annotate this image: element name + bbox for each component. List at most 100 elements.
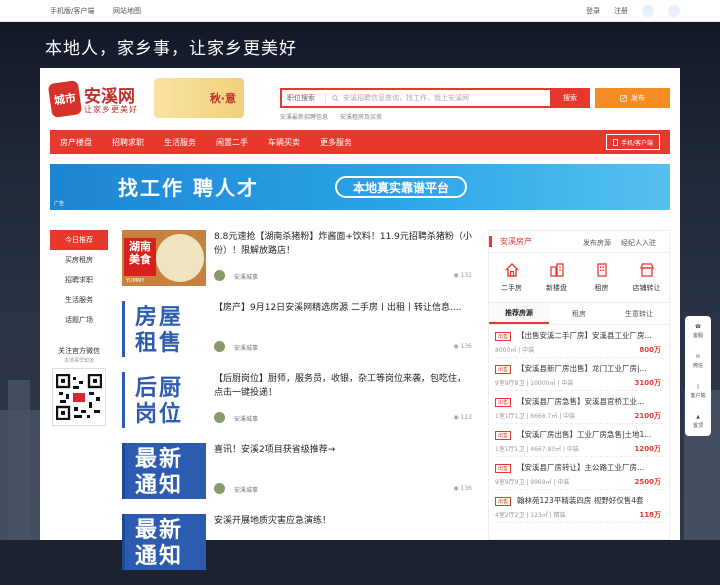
feed-title[interactable]: 【后厨岗位】厨师，服务员，收银，杂工等岗位来袭，包吃住，点击一键投递！ xyxy=(214,372,472,400)
feed-meta: 安溪城事 ◉ 136 xyxy=(214,483,472,495)
listing-title[interactable]: 翰林苑123平精装四房 视野好仅售4套 xyxy=(517,495,663,506)
float-label: 客户端 xyxy=(690,392,706,399)
eye-icon: ◉ xyxy=(453,272,461,279)
wechat-icon: ✉ xyxy=(695,353,701,360)
feed-thumbnail[interactable]: 最新通知 xyxy=(122,443,206,499)
category-label: 租房 xyxy=(594,283,609,292)
view-count: ◉ 132 xyxy=(453,272,472,279)
follow-wechat: 关注官方微信 本地事早知道 xyxy=(50,346,108,426)
post-listing-link[interactable]: 发布房源 xyxy=(583,238,611,248)
nav-item[interactable]: 房产楼盘 xyxy=(50,137,102,148)
listing-item[interactable]: 出售 【安溪县厂房急售】安溪县官桥工业... 1室1厅1卫 | 6666.7㎡ | … xyxy=(495,391,663,424)
sitemap-link[interactable]: 网站地图 xyxy=(113,6,141,16)
left-menu-item[interactable]: 今日推荐 xyxy=(50,230,108,250)
banner-pill: 本地真实靠谱平台 xyxy=(335,176,468,198)
view-count-value: 132 xyxy=(460,272,472,279)
listing-item[interactable]: 出售 【安溪县新厂房出售】龙门工业厂房|... 9室9厅9卫 | 10000㎡ | … xyxy=(495,358,663,391)
author-name[interactable]: 安溪城事 xyxy=(234,485,258,494)
wechat-button[interactable]: ✉ 微信 xyxy=(685,346,711,376)
feed-meta: 安溪城事 ◉ 132 xyxy=(214,270,472,282)
food-bowl-image xyxy=(156,234,204,282)
floating-toolbar: ☎ 客服 ✉ 微信 ▯ 客户端 ▲ 置顶 xyxy=(685,316,711,436)
search-button[interactable]: 搜索 xyxy=(550,88,590,108)
back-to-top-button[interactable]: ▲ 置顶 xyxy=(685,406,711,436)
post-button[interactable]: 发布 xyxy=(595,88,670,108)
category-rent[interactable]: 租房 xyxy=(579,253,624,302)
nav-item[interactable]: 更多服务 xyxy=(310,137,362,148)
wechat-login-icon[interactable] xyxy=(642,5,654,17)
tab-rent[interactable]: 租房 xyxy=(549,303,609,324)
qq-login-icon[interactable] xyxy=(668,5,680,17)
feed-card[interactable]: 湖南美食 YUMMY 8.8元速抢【湖南杀猪粉】炸酱面+饮料！11.9元招聘杀猪… xyxy=(122,230,472,301)
category-label: 二手房 xyxy=(501,283,522,292)
ad-banner[interactable]: 找工作 聘人才 本地真实靠谱平台 广告 xyxy=(50,164,670,210)
listing-price: 118万 xyxy=(639,511,661,519)
listing-title[interactable]: 【安溪县新厂房出售】龙门工业厂房|... xyxy=(517,363,663,374)
follow-title: 关注官方微信 xyxy=(58,347,100,355)
listing-item[interactable]: 出售 【出售安溪二手厂房】安溪县工业厂房... 8000㎡ | 中装 800万 xyxy=(495,325,663,358)
hot-search-link[interactable]: 安溪租房及买卖 xyxy=(340,114,382,121)
listing-title[interactable]: 【安溪县厂房急售】安溪县官桥工业... xyxy=(517,396,663,407)
category-secondhand[interactable]: 二手房 xyxy=(489,253,534,302)
feed-title[interactable]: 安溪开展地质灾害应急演练！ xyxy=(214,514,472,528)
nav-mobile-button[interactable]: 手机/客户端 xyxy=(605,134,660,150)
feed-card[interactable]: 房屋租售 【房产】9月12日安溪网精选房源 二手房丨出租丨转让信息.... 安溪… xyxy=(122,301,472,372)
listing-details: 9室9厅9卫 | 10000㎡ | 中装 xyxy=(495,380,574,387)
feed-thumbnail[interactable]: 湖南美食 YUMMY xyxy=(122,230,206,286)
property-header: 安溪房产 发布房源 经纪人入驻 xyxy=(489,231,669,253)
nav-item[interactable]: 闲置二手 xyxy=(206,137,258,148)
news-feed: 湖南美食 YUMMY 8.8元速抢【湖南杀猪粉】炸酱面+饮料！11.9元招聘杀猪… xyxy=(122,230,472,585)
mobile-client-link[interactable]: 手机版/客户端 xyxy=(50,6,94,16)
feed-thumbnail[interactable]: 后厨岗位 xyxy=(122,372,206,428)
author-name[interactable]: 安溪城事 xyxy=(234,272,258,281)
feed-title[interactable]: 【房产】9月12日安溪网精选房源 二手房丨出租丨转让信息.... xyxy=(214,301,472,315)
category-new[interactable]: 新楼盘 xyxy=(534,253,579,302)
listing-item[interactable]: 出售 【安溪厂房出售】工业厂房急售|土地1... 1室1厅1卫 | 4667.93㎡… xyxy=(495,424,663,457)
author-avatar xyxy=(214,483,225,494)
login-link[interactable]: 登录 xyxy=(586,6,600,16)
listing-title[interactable]: 【安溪厂房出售】工业厂房急售|土地1... xyxy=(517,429,663,440)
feed-card[interactable]: 后厨岗位 【后厨岗位】厨师，服务员，收银，杂工等岗位来袭，包吃住，点击一键投递！… xyxy=(122,372,472,443)
nav-item[interactable]: 生活服务 xyxy=(154,137,206,148)
feed-title[interactable]: 8.8元速抢【湖南杀猪粉】炸酱面+饮料！11.9元招聘杀猪粉（小份）！限解放路店… xyxy=(214,230,472,258)
feed-thumbnail[interactable]: 最新通知 xyxy=(122,514,206,570)
listing-details: 1室1厅1卫 | 6666.7㎡ | 中装 xyxy=(495,413,576,420)
building-icon xyxy=(549,262,564,277)
search-category-select[interactable]: 职位搜索 xyxy=(282,93,326,103)
logo-tagline: 让家乡更美好 xyxy=(84,105,138,114)
tab-recommended[interactable]: 推荐房源 xyxy=(489,303,549,324)
eye-icon: ◉ xyxy=(453,414,461,421)
thumb-text: 最新通知 xyxy=(135,447,184,498)
register-link[interactable]: 注册 xyxy=(614,6,628,16)
left-menu-item[interactable]: 买房租房 xyxy=(50,250,108,270)
ad-label: 广告 xyxy=(54,201,65,207)
nav-item[interactable]: 车辆买卖 xyxy=(258,137,310,148)
view-count-value: 136 xyxy=(460,485,472,492)
listing-item[interactable]: 出售 翰林苑123平精装四房 视野好仅售4套 4室2厅2卫 | 123㎡ | 精装 1… xyxy=(495,490,663,523)
listing-title[interactable]: 【安溪县厂房转让】主公路工业厂房... xyxy=(517,462,663,473)
left-menu-item[interactable]: 招聘求职 xyxy=(50,270,108,290)
hot-search-link[interactable]: 安溪最新招聘信息 xyxy=(280,114,328,121)
listing-item[interactable]: 出售 【安溪县厂房转让】主公路工业厂房... 9室9厅9卫 | 9969㎡ | 中装… xyxy=(495,457,663,490)
left-menu-item[interactable]: 生活服务 xyxy=(50,290,108,310)
left-menu-item[interactable]: 话题广场 xyxy=(50,310,108,330)
search-input[interactable]: 安溪招聘信息查询，找工作，就上安溪网 xyxy=(326,93,588,103)
edit-icon xyxy=(620,94,627,102)
nav-item[interactable]: 招聘求职 xyxy=(102,137,154,148)
feed-card[interactable]: 最新通知 安溪开展地质灾害应急演练！ xyxy=(122,514,472,585)
feed-card[interactable]: 最新通知 喜讯！安溪2项目获省级推荐→ 安溪城事 ◉ 136 xyxy=(122,443,472,514)
feed-thumbnail[interactable]: 房屋租售 xyxy=(122,301,206,357)
search-bar: 职位搜索 安溪招聘信息查询，找工作，就上安溪网 xyxy=(280,88,590,108)
customer-service-button[interactable]: ☎ 客服 xyxy=(685,316,711,346)
author-name[interactable]: 安溪城事 xyxy=(234,343,258,352)
house-icon xyxy=(505,262,518,277)
listing-title[interactable]: 【出售安溪二手厂房】安溪县工业厂房... xyxy=(517,330,663,341)
eye-icon: ◉ xyxy=(453,485,461,492)
category-shop[interactable]: 店铺转让 xyxy=(624,253,669,302)
thumb-text: 最新通知 xyxy=(135,518,184,569)
author-name[interactable]: 安溪城事 xyxy=(234,414,258,423)
feed-title[interactable]: 喜讯！安溪2项目获省级推荐→ xyxy=(214,443,472,457)
client-app-button[interactable]: ▯ 客户端 xyxy=(685,376,711,406)
agent-join-link[interactable]: 经纪人入驻 xyxy=(621,238,656,248)
tab-business-transfer[interactable]: 生意转让 xyxy=(609,303,669,324)
